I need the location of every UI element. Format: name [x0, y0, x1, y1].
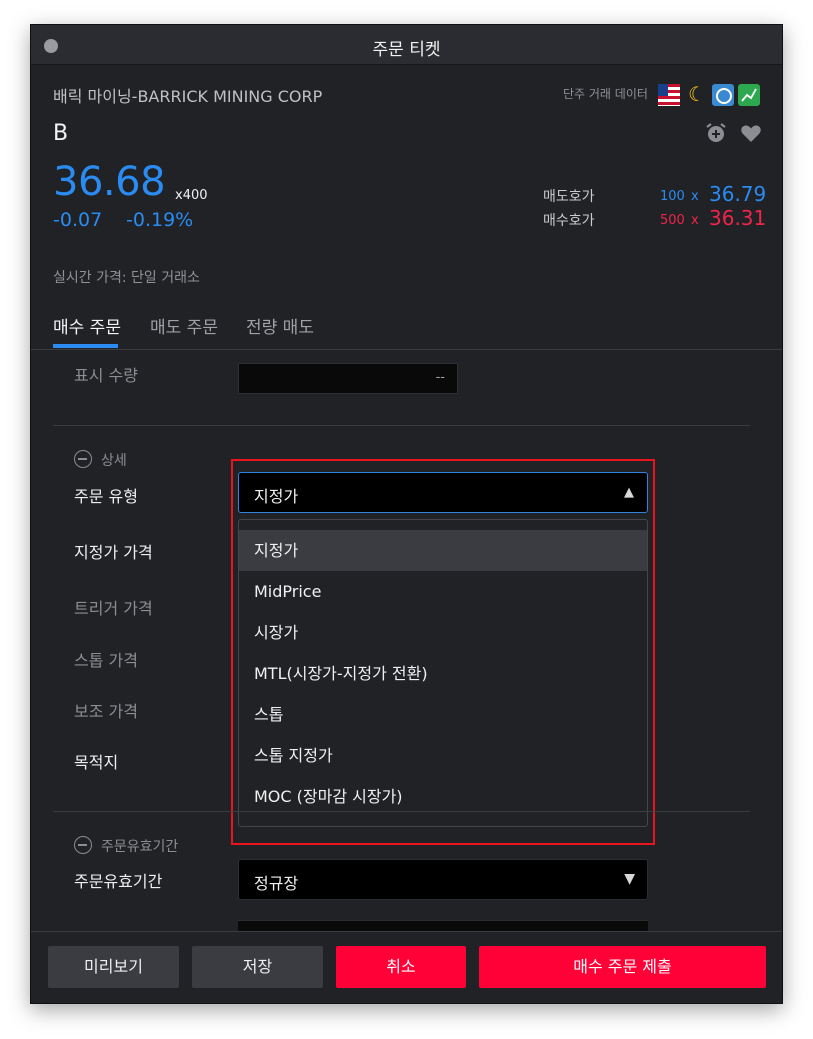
- section-divider: [53, 425, 750, 426]
- realtime-note: 실시간 가격: 단일 거래소: [53, 270, 200, 286]
- tif-value: 정규장: [254, 874, 299, 893]
- title-bar: 주문 티켓: [31, 25, 782, 65]
- collapse-minus-icon[interactable]: [74, 450, 92, 468]
- trade-data-label: 단주 거래 데이터: [563, 87, 648, 101]
- tif-select[interactable]: 정규장 ▼: [238, 859, 648, 900]
- trigger-price-label: 트리거 가격: [74, 599, 153, 618]
- heart-icon[interactable]: [739, 121, 763, 145]
- section-divider: [53, 811, 750, 812]
- bid-label: 매수호가: [543, 213, 595, 229]
- bid-price[interactable]: 36.31: [709, 206, 766, 230]
- display-qty-value: --: [435, 370, 445, 385]
- bid-size: 500: [660, 213, 685, 228]
- last-price: 36.68: [53, 159, 166, 205]
- submit-buy-order-button[interactable]: 매수 주문 제출: [479, 946, 766, 988]
- chart-icon[interactable]: [738, 84, 760, 106]
- display-qty-label: 표시 수량: [74, 366, 138, 385]
- collapse-minus-icon[interactable]: [74, 836, 92, 854]
- destination-label: 목적지: [74, 753, 119, 772]
- caret-down-icon: ▼: [624, 871, 635, 887]
- highlight-annotation-box: [231, 459, 655, 845]
- ticker-symbol: B: [53, 121, 69, 146]
- window-title: 주문 티켓: [372, 40, 441, 60]
- order-ticket-window: 주문 티켓 배릭 마이닝-BARRICK MINING CORP B 단주 거래…: [30, 24, 783, 1004]
- alarm-add-icon[interactable]: [704, 121, 728, 145]
- price-change: -0.07: [53, 209, 103, 231]
- ask-size: 100: [660, 189, 685, 204]
- footer-bar: 미리보기 저장 취소 매수 주문 제출: [31, 931, 782, 1003]
- detail-section-label[interactable]: 상세: [101, 450, 127, 470]
- bid-times: x: [691, 213, 699, 228]
- clock-icon[interactable]: [712, 84, 734, 106]
- moon-icon[interactable]: ☾: [686, 83, 708, 105]
- tif-label: 주문유효기간: [74, 872, 163, 891]
- limit-price-label: 지정가 가격: [74, 543, 153, 562]
- price-multiplier: x400: [175, 188, 208, 203]
- company-name: 배릭 마이닝-BARRICK MINING CORP: [53, 87, 323, 106]
- ask-times: x: [691, 189, 699, 204]
- us-flag-icon[interactable]: [658, 84, 680, 106]
- stop-price-label: 스톱 가격: [74, 651, 138, 670]
- cancel-button[interactable]: 취소: [336, 946, 466, 988]
- tif-section-label[interactable]: 주문유효기간: [101, 836, 178, 856]
- save-button[interactable]: 저장: [192, 946, 323, 988]
- display-qty-input[interactable]: --: [238, 363, 458, 394]
- tab-buy-order[interactable]: 매수 주문: [53, 313, 121, 338]
- aux-price-label: 보조 가격: [74, 702, 138, 721]
- tab-sell-order[interactable]: 매도 주문: [150, 313, 218, 338]
- ask-price[interactable]: 36.79: [709, 182, 766, 206]
- preview-button[interactable]: 미리보기: [48, 946, 179, 988]
- active-tab-indicator: [53, 344, 118, 348]
- tab-sell-all[interactable]: 전량 매도: [246, 313, 314, 338]
- order-type-label: 주문 유형: [74, 487, 138, 506]
- price-change-percent: -0.19%: [126, 209, 194, 231]
- ask-label: 매도호가: [543, 189, 595, 205]
- tab-divider: [31, 349, 782, 350]
